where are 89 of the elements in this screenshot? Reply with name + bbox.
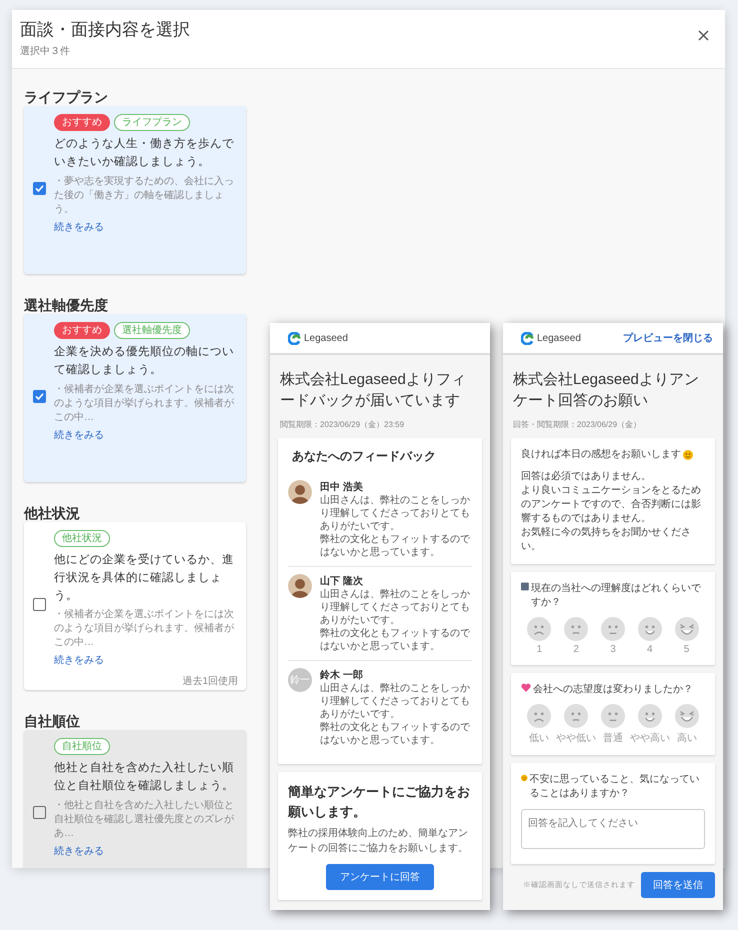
category-tag: 自社順位 bbox=[54, 738, 110, 755]
feedback-message: 弊社の文化ともフィットするのではないかと思っています。 bbox=[320, 627, 471, 653]
recommended-tag: おすすめ bbox=[54, 322, 110, 339]
category-tag: ライフプラン bbox=[114, 114, 190, 131]
selection-count: 選択中３件 bbox=[20, 44, 71, 58]
feedback-message: 弊社の文化ともフィットするのではないかと思っています。 bbox=[320, 533, 471, 559]
face-icon[interactable] bbox=[564, 617, 588, 641]
option-label: やや低い bbox=[556, 732, 596, 745]
avatar-icon bbox=[288, 480, 312, 504]
question-text: 現在の当社への理解度はどれくらいですか？ bbox=[530, 582, 702, 610]
option-label: 2 bbox=[573, 644, 579, 655]
face-icon[interactable] bbox=[600, 617, 625, 641]
answer-survey-button[interactable]: アンケートに回答 bbox=[326, 864, 434, 890]
avatar: 鈴一 bbox=[288, 668, 312, 692]
section-heading: 他社状況 bbox=[24, 505, 80, 522]
card-title: どのような人生・働き方を歩んでいきたいか確認しましょう。 bbox=[54, 136, 235, 170]
question-text: 会社への志望度は変わりましたか？ bbox=[533, 683, 693, 697]
reviewer-name: 山下 隆次 bbox=[320, 574, 364, 588]
dialog-title: 面談・面接内容を選択 bbox=[20, 19, 190, 41]
logo-text: Legaseed bbox=[304, 332, 348, 344]
section-heading: 選社軸優先度 bbox=[24, 297, 108, 314]
heart-icon bbox=[521, 683, 531, 692]
intro-text: より良いコミュニケーションをとるためのアンケートですので、合否判断には影響するものではありません。 bbox=[521, 484, 702, 526]
smiley-icon bbox=[521, 773, 528, 783]
preview-title: 株式会社Legaseedよりフィードバックが届いています bbox=[279, 370, 467, 411]
face-icon[interactable] bbox=[564, 704, 588, 728]
section-heading: 自社順位 bbox=[24, 713, 80, 730]
card-description: ・夢や志を実現するための、会社に入った後の「働き方」の軸を確認しましょう。 bbox=[54, 174, 235, 217]
avatar-icon bbox=[288, 574, 312, 598]
category-tag: 選社軸優先度 bbox=[114, 322, 190, 339]
face-icon[interactable] bbox=[601, 704, 625, 728]
face-icon[interactable] bbox=[527, 704, 551, 728]
usage-count: 過去1回使用 bbox=[181, 674, 238, 688]
close-button[interactable] bbox=[696, 28, 711, 43]
card-description: ・候補者が企業を選ぶポイントをには次のような項目が挙げられます。候補者がこの中… bbox=[54, 608, 235, 650]
section-heading: ライフプラン bbox=[24, 89, 108, 106]
read-more-link[interactable]: 続きをみる bbox=[54, 430, 104, 441]
face-icon[interactable] bbox=[638, 617, 662, 641]
card-description: ・候補者が企業を選ぶポイントをには次のような項目が挙げられます。候補者がこの中… bbox=[54, 382, 235, 425]
face-icon[interactable] bbox=[674, 617, 699, 641]
option-card[interactable]: おすすめ ライフプラン どのような人生・働き方を歩んでいきたいか確認しましょう。 ・夢や志を実現するための、会社に入った後の「働き方」の軸を確認しましょう。 続きをみる bbox=[24, 106, 246, 274]
option-label: 高い bbox=[677, 732, 697, 745]
feedback-message: 弊社の文化ともフィットするのではないかと思っています。 bbox=[320, 721, 471, 747]
card-description: ・他社と自社を含めた入社したい順位と自社順位を確認し選社優先度とのズレがあ… bbox=[54, 798, 235, 841]
survey-text: 弊社の採用体験向上のため、簡単なアンケートの回答にご協力をお願いします。 bbox=[288, 827, 469, 856]
feedback-heading: あなたへのフィードバック bbox=[292, 448, 437, 465]
submit-button[interactable]: 回答を送信 bbox=[641, 872, 715, 898]
logo-icon bbox=[521, 332, 534, 344]
answer-field[interactable]: 回答を記入してください bbox=[521, 809, 705, 849]
book-icon bbox=[521, 582, 529, 591]
option-card[interactable]: おすすめ 選社軸優先度 企業を決める優先順位の軸について確認しましょう。 ・候補者が企業を選ぶポイントをには次のような項目が挙げられます。候補者がこの中… 続きをみる bbox=[24, 314, 246, 482]
reviewer-name: 鈴木 一郎 bbox=[320, 668, 364, 682]
logo-text: Legaseed bbox=[537, 332, 581, 344]
logo-icon bbox=[288, 332, 301, 344]
face-icon[interactable] bbox=[638, 704, 662, 728]
feedback-message: 山田さんは、弊社のことをしっかり理解してくださっておりとてもありがたいです。 bbox=[320, 494, 471, 533]
deadline-text: 閲覧期限：2023/06/29（金）23:59 bbox=[279, 419, 406, 430]
option-label: 1 bbox=[536, 644, 542, 655]
card-title: 企業を決める優先順位の軸について確認しましょう。 bbox=[54, 344, 235, 378]
option-card[interactable]: 他社状況 他にどの企業を受けているか、進行状況を具体的に確認しましょう。 ・候補者が企業を選ぶポイントをには次のような項目が挙げられます。候補者がこの中… 続きをみる 過去1回使用 bbox=[24, 522, 246, 690]
intro-text: お気軽に今の気持ちをお聞かせください。 bbox=[521, 526, 692, 554]
survey-heading: 簡単なアンケートにご協力をお願いします。 bbox=[288, 783, 471, 821]
smiley-icon bbox=[683, 450, 693, 460]
feedback-message: 山田さんは、弊社のことをしっかり理解してくださっておりとてもありがたいです。 bbox=[320, 682, 471, 721]
checkbox[interactable] bbox=[33, 598, 46, 611]
face-icon[interactable] bbox=[527, 617, 552, 641]
option-label: 5 bbox=[684, 644, 690, 655]
close-preview-link[interactable]: プレビューを閉じる bbox=[623, 331, 713, 345]
preview-title: 株式会社Legaseedよりアンケート回答のお願い bbox=[512, 370, 700, 411]
intro-text: 回答は必須ではありません。 bbox=[521, 470, 652, 484]
feedback-message: 山田さんは、弊社のことをしっかり理解してくださっておりとてもありがたいです。 bbox=[320, 588, 471, 627]
option-label: やや高い bbox=[630, 732, 670, 745]
option-label: 普通 bbox=[603, 732, 623, 745]
checkbox[interactable] bbox=[33, 182, 46, 195]
category-tag: 他社状況 bbox=[54, 530, 110, 547]
deadline-text: 回答・閲覧期限：2023/06/29（金） bbox=[512, 419, 642, 430]
card-title: 他社と自社を含めた入社したい順位と自社順位を確認しましょう。 bbox=[54, 760, 235, 794]
read-more-link[interactable]: 続きをみる bbox=[54, 655, 104, 666]
recommended-tag: おすすめ bbox=[54, 114, 110, 131]
intro-lead: 良ければ本日の感想をお願いします bbox=[521, 448, 681, 462]
card-title: 他にどの企業を受けているか、進行状況を具体的に確認しましょう。 bbox=[54, 552, 235, 604]
option-label: 低い bbox=[529, 732, 549, 745]
checkbox[interactable] bbox=[33, 390, 46, 403]
question-text: 不安に思っていること、気になっていることはありますか？ bbox=[530, 773, 700, 801]
option-label: 3 bbox=[610, 644, 616, 655]
read-more-link[interactable]: 続きをみる bbox=[54, 222, 104, 233]
option-label: 4 bbox=[647, 644, 653, 655]
reviewer-name: 田中 浩美 bbox=[320, 480, 364, 494]
face-icon[interactable] bbox=[675, 704, 699, 728]
